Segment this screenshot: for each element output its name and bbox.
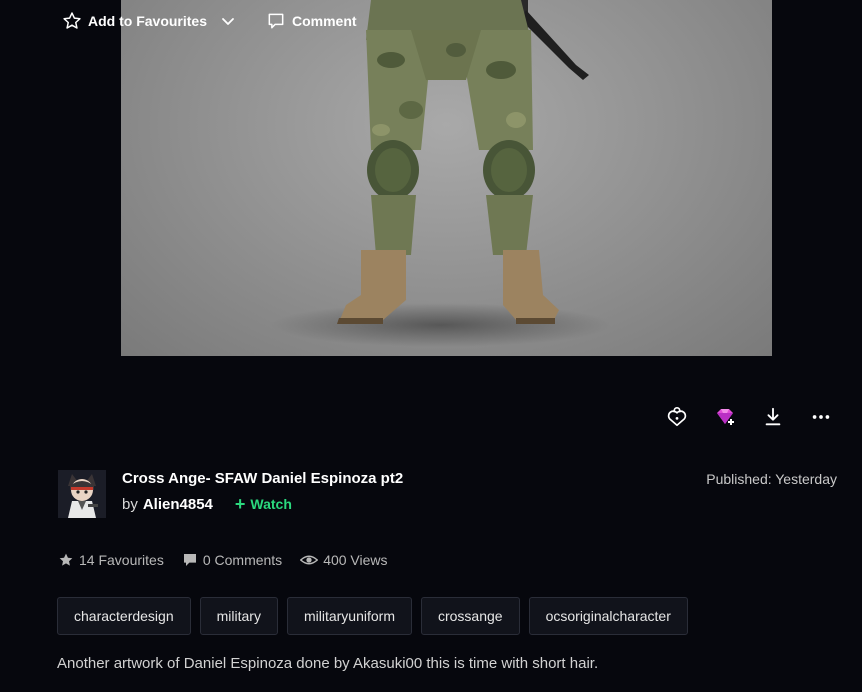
add-to-favourites-button[interactable]: Add to Favourites — [62, 0, 207, 42]
avatar-illustration — [58, 470, 106, 518]
favourites-count-label: 14 Favourites — [79, 552, 164, 568]
artwork-image[interactable] — [121, 0, 772, 356]
tag-crossange[interactable]: crossange — [420, 597, 520, 635]
tag-militaryuniform[interactable]: militaryuniform — [286, 597, 412, 635]
chevron-down-icon — [222, 18, 234, 25]
favourites-dropdown-button[interactable] — [220, 0, 236, 42]
views-count-label: 400 Views — [323, 552, 388, 568]
favourites-count: 14 Favourites — [58, 552, 164, 568]
watch-button[interactable]: + Watch — [235, 495, 292, 513]
heart-lock-icon — [667, 407, 687, 427]
comment-label: Comment — [292, 13, 357, 29]
comment-button[interactable]: Comment — [266, 0, 357, 42]
award-button[interactable] — [713, 396, 737, 438]
artwork-illustration — [271, 0, 611, 347]
add-to-favourites-label: Add to Favourites — [88, 13, 208, 29]
comments-count-label: 0 Comments — [202, 552, 283, 568]
download-icon — [765, 407, 781, 426]
give-button[interactable] — [665, 396, 689, 438]
comment-icon — [183, 554, 196, 566]
star-icon — [63, 12, 81, 29]
deviation-description: Another artwork of Daniel Espinoza done … — [57, 655, 599, 672]
stats-row: 14 Favourites 0 Comments 400 Views — [58, 552, 406, 568]
tag-military[interactable]: military — [199, 597, 278, 635]
avatar[interactable] — [58, 470, 106, 518]
download-button[interactable] — [761, 396, 785, 438]
more-icon — [812, 415, 830, 419]
comments-count[interactable]: 0 Comments — [182, 552, 282, 568]
tag-ocsoriginalcharacter[interactable]: ocsoriginalcharacter — [528, 597, 688, 635]
tag-characterdesign[interactable]: characterdesign — [57, 597, 191, 635]
views-count: 400 Views — [300, 552, 388, 568]
more-options-button[interactable] — [809, 396, 833, 438]
comment-icon — [268, 13, 284, 29]
deviation-title: Cross Ange- SFAW Daniel Espinoza pt2 — [122, 470, 404, 487]
author-link[interactable]: Alien4854 — [143, 496, 213, 513]
byline-prefix: by — [122, 495, 138, 513]
eye-icon — [300, 555, 319, 565]
published-date: Published: Yesterday — [706, 471, 837, 487]
deviation-page: Add to Favourites Comment Cross Ange- SF… — [0, 0, 862, 692]
tag-list: characterdesign military militaryuniform… — [57, 597, 697, 635]
watch-label: Watch — [250, 496, 292, 512]
gem-plus-icon — [717, 409, 734, 425]
plus-icon: + — [234, 494, 246, 514]
byline: by Alien4854 + Watch — [122, 495, 292, 513]
star-icon — [59, 553, 73, 566]
